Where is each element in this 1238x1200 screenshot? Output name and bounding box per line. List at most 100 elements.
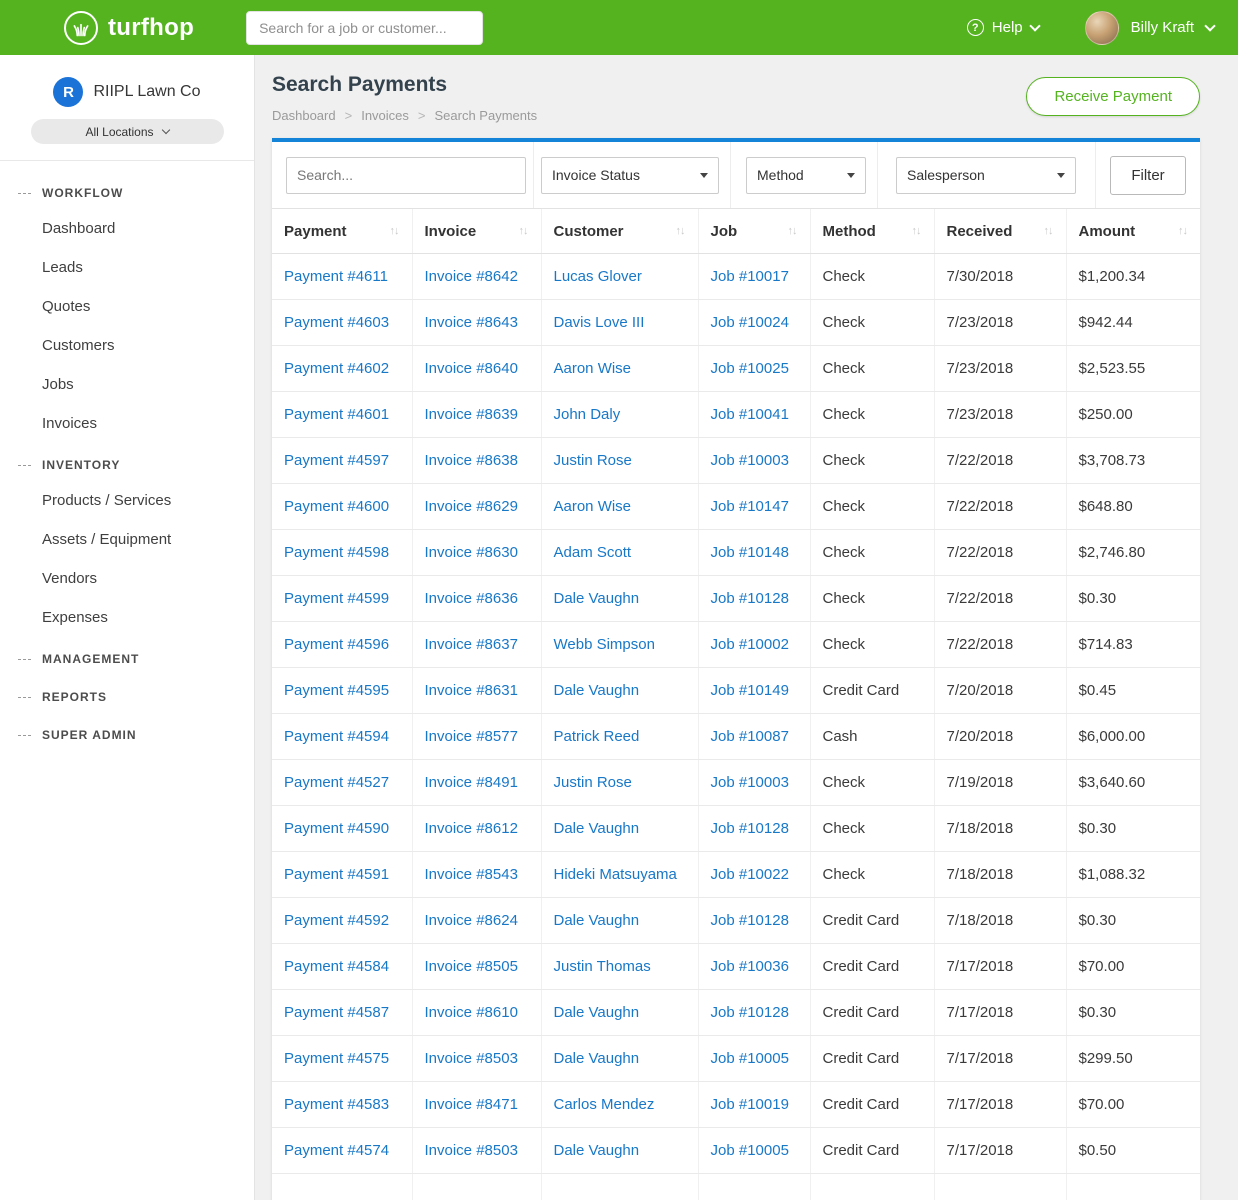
sort-icon[interactable]: ↑↓ (913, 225, 922, 237)
receive-payment-button[interactable]: Receive Payment (1026, 77, 1200, 116)
job-link[interactable]: Job #10024 (711, 314, 789, 331)
invoice-link[interactable]: Invoice #8471 (425, 1096, 518, 1113)
invoice-link[interactable]: Invoice #8503 (425, 1050, 518, 1067)
column-header-payment[interactable]: Payment↑↓ (272, 209, 412, 254)
sort-icon[interactable]: ↑↓ (677, 225, 686, 237)
job-link[interactable]: Job #10003 (711, 452, 789, 469)
company-selector[interactable]: R RIIPL Lawn Co (0, 77, 254, 107)
sidebar-section-inventory[interactable]: INVENTORY (0, 443, 254, 481)
job-link[interactable]: Job #10022 (711, 866, 789, 883)
customer-link[interactable]: Dale Vaughn (554, 682, 640, 699)
job-link[interactable]: Job #10019 (711, 1096, 789, 1113)
invoice-link[interactable]: Invoice #8612 (425, 820, 518, 837)
invoice-link[interactable]: Invoice #8503 (425, 1142, 518, 1159)
sidebar-item-customers[interactable]: Customers (0, 326, 254, 365)
filter-button[interactable]: Filter (1110, 156, 1186, 195)
payment-link[interactable]: Payment #4594 (284, 728, 389, 745)
job-link[interactable]: Job #10041 (711, 406, 789, 423)
invoice-link[interactable]: Invoice #8577 (425, 728, 518, 745)
payment-link[interactable]: Payment #4611 (284, 268, 388, 285)
customer-link[interactable]: Lucas Glover (554, 268, 642, 285)
invoice-link[interactable]: Invoice #8639 (425, 406, 518, 423)
column-header-job[interactable]: Job↑↓ (698, 209, 810, 254)
invoice-link[interactable]: Invoice #8610 (425, 1004, 518, 1021)
payment-link[interactable]: Payment #4601 (284, 406, 389, 423)
user-menu[interactable]: Billy Kraft (1085, 11, 1214, 45)
payment-link[interactable]: Payment #4596 (284, 636, 389, 653)
location-selector[interactable]: All Locations (31, 119, 224, 144)
job-link[interactable]: Job #10003 (711, 774, 789, 791)
payment-link[interactable]: Payment #4603 (284, 314, 389, 331)
payment-link[interactable]: Payment #4592 (284, 912, 389, 929)
payment-link[interactable]: Payment #4602 (284, 360, 389, 377)
customer-link[interactable]: Dale Vaughn (554, 912, 640, 929)
sidebar-section-workflow[interactable]: WORKFLOW (0, 171, 254, 209)
job-link[interactable]: Job #10005 (711, 1050, 789, 1067)
sidebar-item-leads[interactable]: Leads (0, 248, 254, 287)
customer-link[interactable]: Adam Scott (554, 544, 632, 561)
job-link[interactable]: Job #10149 (711, 682, 789, 699)
invoice-link[interactable]: Invoice #8643 (425, 314, 518, 331)
customer-link[interactable]: Carlos Mendez (554, 1096, 655, 1113)
payment-link[interactable]: Payment #4595 (284, 682, 389, 699)
invoice-link[interactable]: Invoice #8543 (425, 866, 518, 883)
invoice-link[interactable]: Invoice #8624 (425, 912, 518, 929)
customer-link[interactable]: Dale Vaughn (554, 1142, 640, 1159)
customer-link[interactable]: Dale Vaughn (554, 1004, 640, 1021)
invoice-link[interactable]: Invoice #8642 (425, 268, 518, 285)
job-link[interactable]: Job #10017 (711, 268, 789, 285)
job-link[interactable]: Job #10025 (711, 360, 789, 377)
job-link[interactable]: Job #10128 (711, 590, 789, 607)
sort-icon[interactable]: ↑↓ (1179, 225, 1188, 237)
sidebar-item-vendors[interactable]: Vendors (0, 559, 254, 598)
method-select[interactable]: Method (746, 157, 866, 194)
customer-link[interactable]: Dale Vaughn (554, 1050, 640, 1067)
invoice-link[interactable]: Invoice #8638 (425, 452, 518, 469)
column-header-amount[interactable]: Amount↑↓ (1066, 209, 1200, 254)
payment-link[interactable]: Payment #4575 (284, 1050, 389, 1067)
customer-link[interactable]: Dale Vaughn (554, 590, 640, 607)
table-search-input[interactable] (286, 157, 526, 194)
invoice-link[interactable]: Invoice #8630 (425, 544, 518, 561)
column-header-method[interactable]: Method↑↓ (810, 209, 934, 254)
payment-link[interactable]: Payment #4584 (284, 958, 389, 975)
payment-link[interactable]: Payment #4590 (284, 820, 389, 837)
sort-icon[interactable]: ↑↓ (789, 225, 798, 237)
payment-link[interactable]: Payment #4597 (284, 452, 389, 469)
job-link[interactable]: Job #10128 (711, 912, 789, 929)
customer-link[interactable]: Justin Rose (554, 774, 632, 791)
payment-link[interactable]: Payment #4587 (284, 1004, 389, 1021)
invoice-link[interactable]: Invoice #8631 (425, 682, 518, 699)
invoice-status-select[interactable]: Invoice Status (541, 157, 719, 194)
job-link[interactable]: Job #10128 (711, 1004, 789, 1021)
customer-link[interactable]: Dale Vaughn (554, 820, 640, 837)
sidebar-section-reports[interactable]: REPORTS (0, 675, 254, 713)
customer-link[interactable]: Webb Simpson (554, 636, 655, 653)
invoice-link[interactable]: Invoice #8505 (425, 958, 518, 975)
customer-link[interactable]: Justin Rose (554, 452, 632, 469)
payment-link[interactable]: Payment #4583 (284, 1096, 389, 1113)
payment-link[interactable]: Payment #4591 (284, 866, 389, 883)
payment-link[interactable]: Payment #4574 (284, 1142, 389, 1159)
job-link[interactable]: Job #10002 (711, 636, 789, 653)
customer-link[interactable]: Davis Love III (554, 314, 645, 331)
customer-link[interactable]: Aaron Wise (554, 498, 632, 515)
breadcrumb-dashboard[interactable]: Dashboard (272, 108, 336, 123)
sidebar-item-jobs[interactable]: Jobs (0, 365, 254, 404)
invoice-link[interactable]: Invoice #8640 (425, 360, 518, 377)
salesperson-select[interactable]: Salesperson (896, 157, 1076, 194)
job-link[interactable]: Job #10148 (711, 544, 789, 561)
breadcrumb-invoices[interactable]: Invoices (361, 108, 409, 123)
app-logo[interactable]: turfhop (64, 11, 194, 45)
column-header-customer[interactable]: Customer↑↓ (541, 209, 698, 254)
sidebar-item-assets-equipment[interactable]: Assets / Equipment (0, 520, 254, 559)
column-header-invoice[interactable]: Invoice↑↓ (412, 209, 541, 254)
invoice-link[interactable]: Invoice #8636 (425, 590, 518, 607)
sidebar-item-dashboard[interactable]: Dashboard (0, 209, 254, 248)
customer-link[interactable]: Justin Thomas (554, 958, 651, 975)
payment-link[interactable]: Payment #4598 (284, 544, 389, 561)
invoice-link[interactable]: Invoice #8491 (425, 774, 518, 791)
sort-icon[interactable]: ↑↓ (520, 225, 529, 237)
invoice-link[interactable]: Invoice #8629 (425, 498, 518, 515)
sidebar-item-expenses[interactable]: Expenses (0, 598, 254, 637)
